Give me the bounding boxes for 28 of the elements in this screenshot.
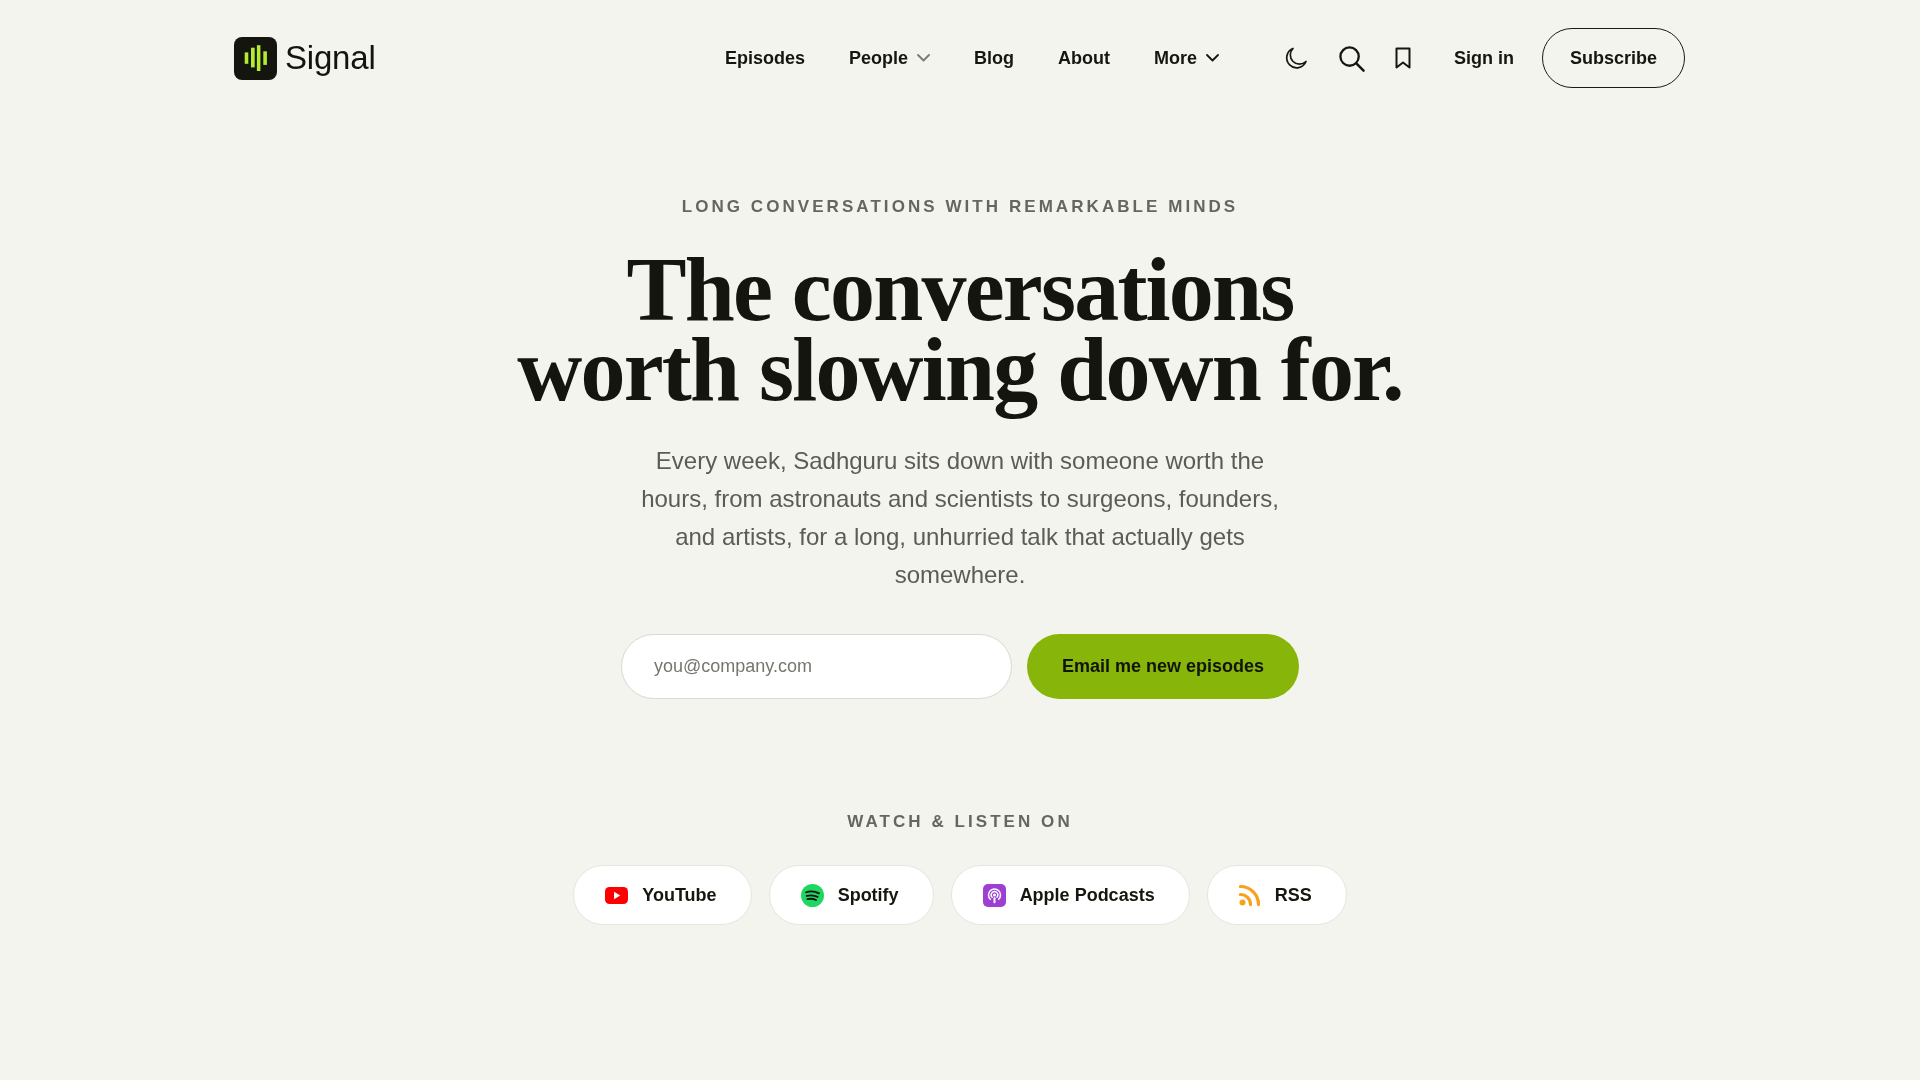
logo-icon (234, 36, 277, 80)
bookmark-icon (1394, 47, 1411, 69)
search-icon (1337, 44, 1365, 72)
play-icon (605, 886, 629, 904)
platform-button[interactable]: RSS (1206, 865, 1347, 925)
sign-in-link[interactable]: Sign in (1453, 44, 1514, 72)
platform-button[interactable]: Apple Podcasts (950, 865, 1190, 925)
email-input[interactable]: you@company.com (621, 634, 1012, 699)
sound-waves-icon (800, 883, 824, 907)
nav-link[interactable]: More (1131, 44, 1241, 72)
eyebrow-text: LONG CONVERSATIONS WITH REMARKABLE MINDS (681, 196, 1239, 218)
brand-link[interactable]: Signal (234, 36, 376, 80)
nav-link[interactable]: People (826, 44, 952, 72)
search-button[interactable] (1337, 44, 1365, 72)
section-heading: WATCH & LISTEN ON (847, 811, 1073, 833)
nav-link[interactable]: Episodes (702, 44, 827, 72)
rss-icon (1238, 884, 1261, 906)
hero-description: Every week, Sadhguru sits down with someone worth the hours, from astronauts and scientists to surgeons, founders, and artists, for a long, unhurried talk that actually gets somewhere. (640, 446, 1280, 590)
podcast-icon (982, 883, 1006, 907)
moon-icon (1283, 45, 1308, 71)
nav-link[interactable]: Blog (951, 44, 1036, 72)
email-signup-button[interactable]: Email me new episodes (1027, 634, 1299, 699)
bookmark-button[interactable] (1394, 47, 1411, 69)
hero-heading: The conversations worth slowing down for. (516, 250, 1404, 421)
dark-mode-button[interactable] (1283, 45, 1308, 71)
platform-button[interactable]: YouTube (573, 865, 752, 925)
platform-button[interactable]: Spotify (768, 865, 934, 925)
nav-link[interactable]: About (1035, 44, 1132, 72)
